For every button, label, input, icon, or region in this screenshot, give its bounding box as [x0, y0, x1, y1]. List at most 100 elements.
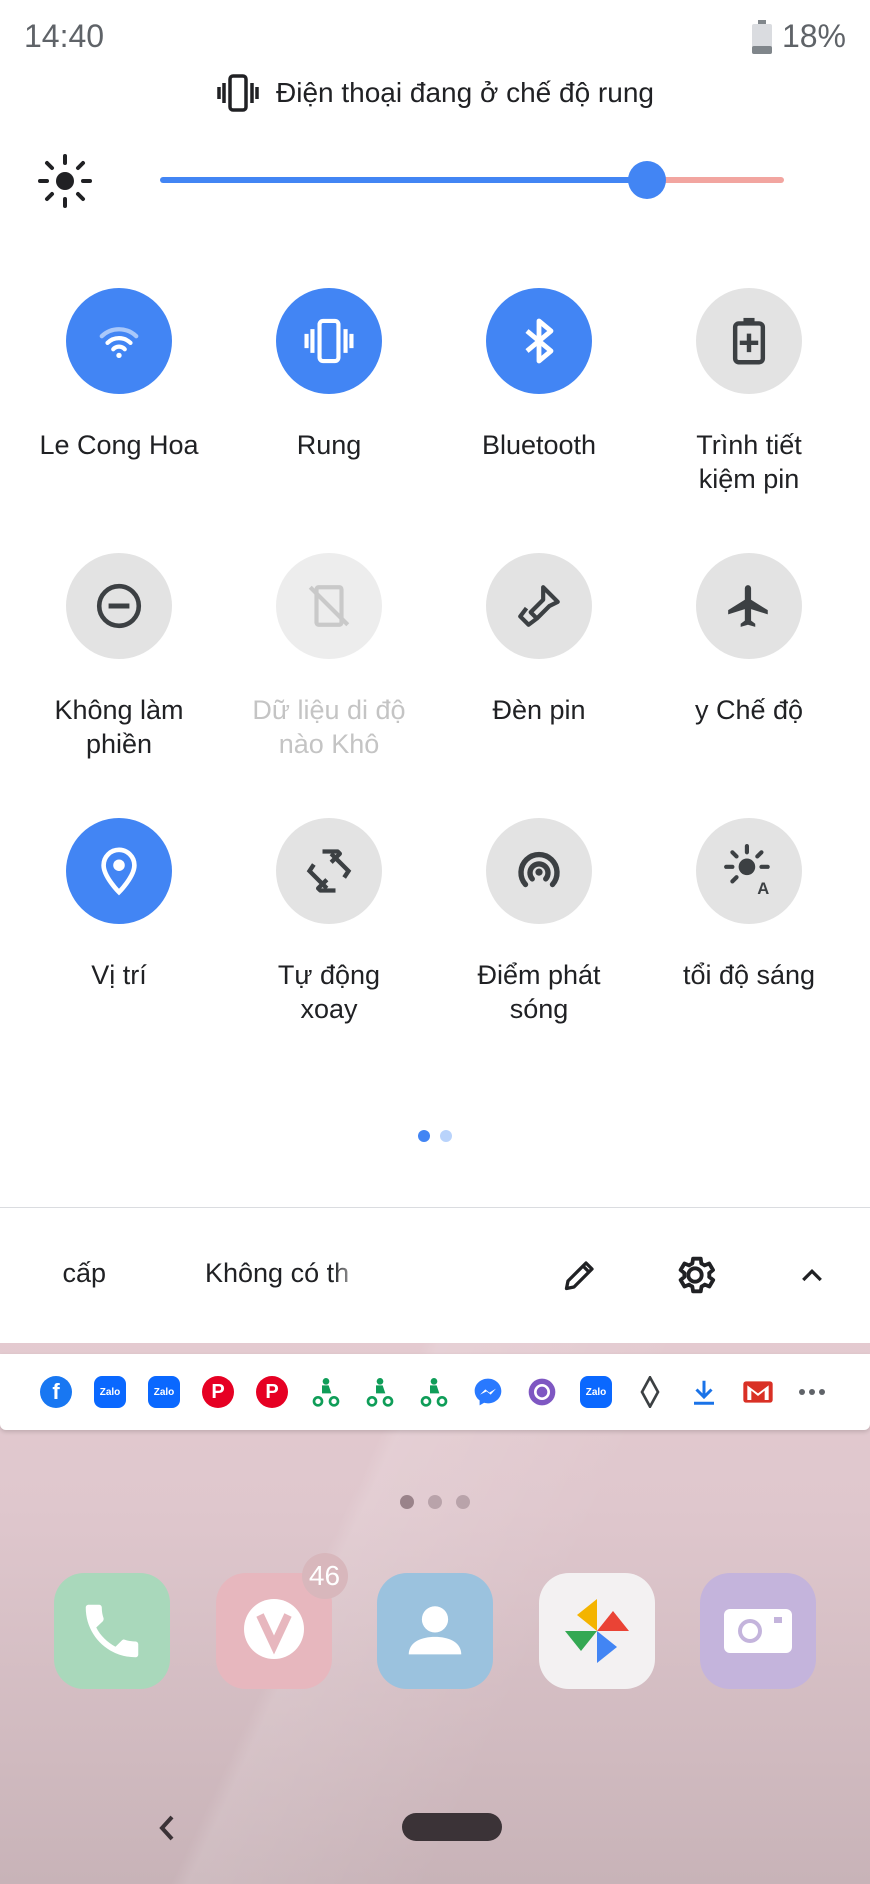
vibrate-icon	[304, 318, 354, 364]
clock: 14:40	[24, 18, 105, 54]
brightness-slider[interactable]	[160, 161, 784, 199]
tile-label: Bluetooth	[481, 430, 597, 460]
battery-percent: 18%	[781, 18, 846, 54]
mobile-data-off-icon	[308, 585, 350, 627]
delivery-icon	[310, 1376, 342, 1408]
hotspot-icon	[518, 851, 560, 888]
auto-rotate-icon	[306, 849, 352, 893]
flashlight-icon	[518, 585, 560, 627]
tile-wifi[interactable]: Le Cong Hoa	[14, 288, 224, 462]
tile-location[interactable]: Vị trí	[14, 818, 224, 992]
chevron-up-icon	[802, 1268, 822, 1282]
tile-label: Không làm phiền	[54, 695, 184, 759]
tile-label: Trình tiết kiệm pin	[696, 430, 802, 494]
tile-battery-saver-button[interactable]	[696, 288, 802, 394]
tile-mobile-data[interactable]: Dữ liệu di độ nào Khô	[224, 553, 434, 761]
collapse-button[interactable]	[787, 1250, 837, 1300]
tile-auto-rotate-button[interactable]	[276, 818, 382, 924]
brightness-track-empty	[647, 177, 784, 183]
tile-auto-rotate[interactable]: Tự động xoay	[224, 818, 434, 1026]
tile-bluetooth[interactable]: Bluetooth	[434, 288, 644, 462]
delivery-icon	[364, 1376, 396, 1408]
tile-vibrate[interactable]: Rung	[224, 288, 434, 462]
tile-battery-saver[interactable]: Trình tiết kiệm pin	[644, 288, 854, 496]
app-dock: 46	[54, 1553, 816, 1689]
home-page-dot	[456, 1495, 470, 1509]
tile-label: Le Cong Hoa	[39, 430, 199, 460]
pinterest-icon: P	[202, 1376, 234, 1408]
battery-icon	[751, 19, 772, 54]
adaptive-brightness-icon: A	[724, 844, 770, 898]
tile-label: tổi độ sáng	[682, 960, 816, 990]
contacts-app-icon[interactable]	[377, 1573, 493, 1689]
tile-adaptive-brightness[interactable]: A tổi độ sáng	[644, 818, 854, 992]
tile-do-not-disturb[interactable]: Không làm phiền	[14, 553, 224, 761]
tile-label: Dữ liệu di độ	[252, 695, 406, 725]
home-page-dot	[400, 1495, 414, 1509]
tile-adaptive-brightness-button[interactable]: A	[696, 818, 802, 924]
delivery-icon	[418, 1376, 450, 1408]
bluetooth-icon	[525, 318, 554, 364]
battery-saver-icon	[732, 317, 766, 365]
zalo-icon: Zalo	[94, 1376, 126, 1408]
do-not-disturb-icon	[96, 583, 142, 629]
back-button[interactable]	[152, 1808, 182, 1848]
home-page-dot	[428, 1495, 442, 1509]
brightness-thumb[interactable]	[628, 161, 666, 199]
diamond-icon	[634, 1376, 666, 1408]
tile-label: Vị trí	[91, 960, 147, 990]
home-page-indicator	[0, 1495, 870, 1509]
wifi-icon	[99, 327, 139, 359]
tile-location-button[interactable]	[66, 818, 172, 924]
airplane-icon	[728, 585, 768, 627]
qs-page-dot	[440, 1130, 452, 1142]
location-icon	[101, 847, 137, 896]
tile-sublabel: nào Khô	[278, 729, 380, 759]
tile-hotspot[interactable]: Điểm phát sóng	[434, 818, 644, 1026]
gear-icon	[678, 1256, 716, 1294]
notification-icon-strip[interactable]: f Zalo Zalo P P Zalo	[0, 1354, 870, 1430]
camera-app-icon[interactable]	[700, 1573, 816, 1689]
pinterest-icon: P	[256, 1376, 288, 1408]
home-button[interactable]	[402, 1813, 502, 1841]
zalo-icon: Zalo	[580, 1376, 612, 1408]
settings-button[interactable]	[670, 1250, 720, 1300]
tile-airplane-button[interactable]	[696, 553, 802, 659]
aperture-icon	[526, 1376, 558, 1408]
zalo-icon: Zalo	[148, 1376, 180, 1408]
tile-mobile-data-button[interactable]	[276, 553, 382, 659]
edit-pencil-icon	[564, 1261, 594, 1291]
footer-left-text: cấp	[62, 1258, 106, 1288]
battery-indicator: 18%	[751, 18, 846, 55]
tile-wifi-button[interactable]	[66, 288, 172, 394]
edit-button[interactable]	[555, 1250, 605, 1300]
tile-label: Rung	[296, 430, 362, 460]
tile-label: Điểm phát sóng	[477, 960, 601, 1024]
download-icon	[688, 1376, 720, 1408]
tile-vibrate-button[interactable]	[276, 288, 382, 394]
tile-dnd-button[interactable]	[66, 553, 172, 659]
tile-flashlight[interactable]: Đèn pin	[434, 553, 644, 727]
photos-app-icon[interactable]	[538, 1573, 655, 1689]
more-icon	[796, 1376, 828, 1408]
tile-label: Tự động xoay	[277, 960, 381, 1024]
tile-airplane[interactable]: y Chế độ	[644, 553, 854, 727]
vibrate-mode-notice: Điện thoại đang ở chế độ rung	[0, 74, 870, 112]
qs-page-dot	[418, 1130, 430, 1142]
tile-flashlight-button[interactable]	[486, 553, 592, 659]
svg-text:A: A	[757, 879, 769, 898]
quick-settings-page-indicator	[0, 1130, 870, 1142]
phone-app-icon[interactable]	[54, 1573, 170, 1689]
brightness-track-filled	[160, 177, 647, 183]
quick-settings-footer: cấp Không có th	[0, 1208, 870, 1343]
facebook-icon: f	[40, 1376, 72, 1408]
quick-settings-panel: 14:40 18% Điện thoại đang ở chế độ rung …	[0, 0, 870, 1343]
tile-hotspot-button[interactable]	[486, 818, 592, 924]
status-bar: 14:40 18%	[0, 0, 870, 76]
tile-bluetooth-button[interactable]	[486, 288, 592, 394]
vivo-app-icon[interactable]: 46	[215, 1553, 348, 1689]
vibrate-notice-text: Điện thoại đang ở chế độ rung	[276, 77, 654, 108]
tile-label: Đèn pin	[492, 695, 586, 725]
brightness-icon	[38, 154, 92, 208]
footer-message: Không có th	[205, 1258, 350, 1288]
